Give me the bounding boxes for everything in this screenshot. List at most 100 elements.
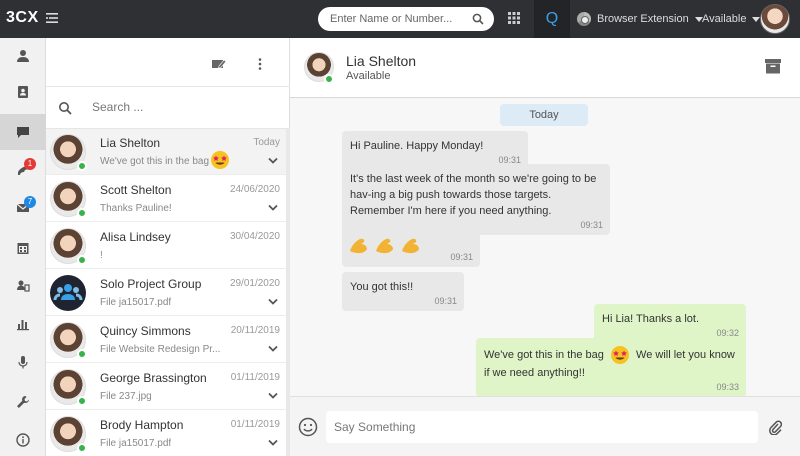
conversation-preview: File ja15017.pdf	[100, 297, 172, 308]
archive-icon[interactable]	[764, 57, 782, 75]
address-book-icon	[18, 86, 28, 98]
nav-item-chat[interactable]	[0, 114, 46, 150]
conversation-search-input[interactable]	[92, 98, 272, 116]
microphone-icon	[18, 356, 28, 369]
chat-bubble-icon	[17, 127, 29, 138]
conversation-preview: !	[100, 250, 103, 261]
new-chat-icon[interactable]	[212, 58, 226, 70]
switchboard-icon	[17, 280, 30, 292]
nav-item-contacts[interactable]	[0, 38, 46, 74]
presence-status-dropdown[interactable]: Available	[702, 10, 761, 28]
browser-extension-dropdown[interactable]: Browser Extension	[577, 10, 703, 28]
conversation-search[interactable]	[46, 87, 290, 129]
contact-name: Lia Shelton	[346, 53, 417, 69]
conversation-preview: File ja15017.pdf	[100, 438, 172, 449]
voicemail-badge: 7	[24, 196, 36, 208]
chevron-down-icon[interactable]	[268, 345, 278, 353]
app-logo[interactable]: 3CX	[6, 9, 39, 27]
info-icon	[16, 433, 30, 447]
message-input[interactable]	[326, 411, 758, 443]
global-search[interactable]	[318, 7, 494, 31]
online-status-dot	[77, 208, 87, 218]
online-status-dot	[77, 255, 87, 265]
search-icon[interactable]	[472, 13, 484, 25]
menu-toggle-icon[interactable]	[46, 12, 58, 24]
message-bubble-outgoing[interactable]: We've got this in the bag We will let yo…	[476, 338, 746, 396]
online-status-dot	[77, 349, 87, 359]
conversation-date: 24/06/2020	[229, 184, 280, 195]
global-search-input[interactable]	[330, 11, 470, 27]
conversation-date: 30/04/2020	[229, 231, 280, 242]
nav-item-voicemail[interactable]: 7	[0, 190, 46, 226]
conversation-name: Quincy Simmons	[100, 324, 191, 338]
calendar-icon	[17, 243, 29, 254]
conversation-name: Alisa Lindsey	[100, 230, 171, 244]
nav-item-calendar[interactable]	[0, 230, 46, 266]
star-struck-emoji-icon	[211, 151, 229, 169]
browser-extension-label: Browser Extension	[597, 13, 689, 25]
flexed-biceps-emoji-icon	[350, 238, 419, 254]
conversation-name: George Brassington	[100, 371, 207, 385]
person-icon	[17, 50, 29, 62]
group-avatar	[50, 275, 86, 311]
conversation-item[interactable]: Lia Shelton Today We've got this in the …	[46, 129, 288, 175]
wrench-icon	[17, 396, 29, 408]
nav-item-phonebook[interactable]	[0, 74, 46, 110]
conversation-preview: We've got this in the bag	[100, 156, 210, 167]
chevron-down-icon[interactable]	[268, 204, 278, 212]
conversation-date: 29/01/2020	[229, 278, 280, 289]
calls-badge: 1	[24, 158, 36, 170]
message-text: Hi Pauline. Happy Monday!	[350, 140, 484, 152]
compose-bar	[290, 396, 800, 456]
bar-chart-icon	[17, 320, 29, 331]
chrome-icon	[577, 12, 591, 26]
message-time: 09:31	[450, 252, 473, 262]
conversation-preview: File 237.jpg	[100, 391, 152, 402]
q-button[interactable]: Q	[534, 0, 570, 38]
message-text: We've got this in the bag	[484, 348, 604, 361]
conversation-item[interactable]: Alisa Lindsey 30/04/2020 !	[46, 223, 288, 269]
conversation-date: 01/11/2019	[230, 419, 280, 430]
conversation-item[interactable]: Scott Shelton 24/06/2020 Thanks Pauline!	[46, 176, 288, 222]
chevron-down-icon[interactable]	[268, 392, 278, 400]
nav-item-switchboard[interactable]	[0, 268, 46, 304]
message-time: 09:31	[580, 220, 603, 230]
message-bubble-incoming[interactable]: It's the last week of the month so we're…	[342, 164, 610, 235]
user-avatar[interactable]	[760, 4, 790, 34]
chevron-down-icon[interactable]	[268, 157, 278, 165]
conversation-name: Solo Project Group	[100, 277, 202, 291]
online-status-dot	[324, 74, 334, 84]
nav-item-recordings[interactable]	[0, 344, 46, 380]
top-bar: 3CX Q Browser Extension Available	[0, 0, 800, 38]
nav-item-about[interactable]	[0, 422, 46, 456]
chevron-down-icon[interactable]	[268, 298, 278, 306]
conversation-date: Today	[253, 137, 280, 148]
conversation-name: Lia Shelton	[100, 136, 161, 150]
presence-status-label: Available	[702, 13, 747, 25]
online-status-dot	[77, 396, 87, 406]
more-options-icon[interactable]	[258, 58, 262, 70]
emoji-picker-icon[interactable]	[298, 417, 318, 437]
chevron-down-icon[interactable]	[268, 439, 278, 447]
message-bubble-incoming[interactable]: You got this!! 09:31	[342, 272, 464, 311]
apps-grid-icon[interactable]	[508, 12, 520, 24]
list-header	[46, 38, 290, 87]
conversation-date: 01/11/2019	[230, 372, 280, 383]
nav-item-settings[interactable]	[0, 384, 46, 420]
conversation-item[interactable]: Solo Project Group 29/01/2020 File ja150…	[46, 270, 288, 316]
left-nav: 1 7	[0, 38, 46, 456]
nav-item-reports[interactable]	[0, 306, 46, 342]
search-icon	[59, 102, 72, 115]
message-thread: Today Hi Pauline. Happy Monday! 09:31 It…	[290, 98, 800, 396]
attachment-icon[interactable]	[768, 419, 782, 435]
conversation-name: Brody Hampton	[100, 418, 184, 432]
conversation-item[interactable]: Quincy Simmons 20/11/2019 File Website R…	[46, 317, 288, 363]
contact-status: Available	[346, 70, 391, 82]
chat-panel: Lia Shelton Available Today Hi Pauline. …	[290, 38, 800, 456]
conversation-preview: Thanks Pauline!	[100, 203, 172, 214]
message-text: You got this!!	[350, 281, 414, 293]
conversation-item[interactable]: George Brassington 01/11/2019 File 237.j…	[46, 364, 288, 410]
conversation-item[interactable]: Brody Hampton 01/11/2019 File ja15017.pd…	[46, 411, 288, 456]
message-bubble-incoming[interactable]: 09:31	[342, 227, 480, 267]
nav-item-calls[interactable]: 1	[0, 152, 46, 188]
